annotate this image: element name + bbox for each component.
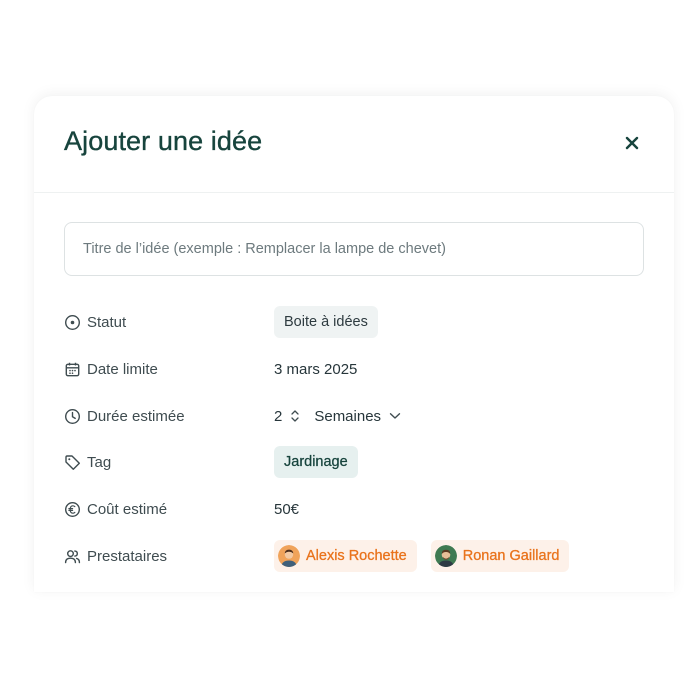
cost-label: Coût estimé — [87, 500, 168, 518]
tag-icon — [64, 454, 81, 471]
provider-name: Ronan Gaillard — [462, 548, 560, 564]
field-cost: Coût estimé 50€ — [64, 491, 644, 527]
deadline-value[interactable]: 3 mars 2025 — [274, 361, 357, 378]
idea-title-input[interactable] — [64, 222, 644, 276]
avatar — [278, 545, 300, 567]
add-idea-modal: Ajouter une idée Statut Boite à idées Da… — [34, 96, 674, 592]
users-icon — [64, 548, 81, 565]
duration-unit-value: Semaines — [314, 407, 382, 425]
provider-chip[interactable]: Alexis Rochette — [274, 540, 417, 572]
provider-name: Alexis Rochette — [306, 548, 407, 564]
provider-chip[interactable]: Ronan Gaillard — [430, 540, 570, 572]
calendar-icon — [64, 361, 81, 378]
close-button[interactable] — [620, 131, 644, 155]
cost-value[interactable]: 50€ — [274, 501, 299, 518]
tag-chip[interactable]: Jardinage — [274, 446, 358, 478]
euro-icon — [64, 501, 81, 518]
tag-label: Tag — [87, 453, 112, 471]
status-label: Statut — [87, 313, 127, 331]
status-chip[interactable]: Boite à idées — [274, 306, 378, 338]
clock-icon — [64, 408, 81, 425]
duration-amount[interactable]: 2 — [274, 408, 282, 425]
chevron-down-icon — [389, 413, 401, 419]
status-circle-icon — [64, 314, 81, 331]
up-down-chevron-icon — [291, 410, 299, 422]
duration-unit-select[interactable]: Semaines — [314, 408, 401, 425]
close-icon — [625, 136, 639, 150]
avatar — [434, 545, 457, 567]
providers-label: Prestataires — [87, 547, 168, 565]
modal-header: Ajouter une idée — [34, 96, 674, 193]
duration-stepper[interactable] — [290, 409, 300, 423]
field-duration: Durée estimée 2 Semaines — [64, 398, 644, 434]
field-providers: Prestataires Alexis Rochette Ronan Gaill… — [64, 538, 644, 574]
field-tag: Tag Jardinage — [64, 444, 644, 480]
field-deadline: Date limite 3 mars 2025 — [64, 351, 644, 387]
duration-label: Durée estimée — [87, 407, 185, 425]
deadline-label: Date limite — [87, 360, 158, 378]
field-status: Statut Boite à idées — [64, 304, 644, 340]
modal-title: Ajouter une idée — [64, 126, 263, 156]
